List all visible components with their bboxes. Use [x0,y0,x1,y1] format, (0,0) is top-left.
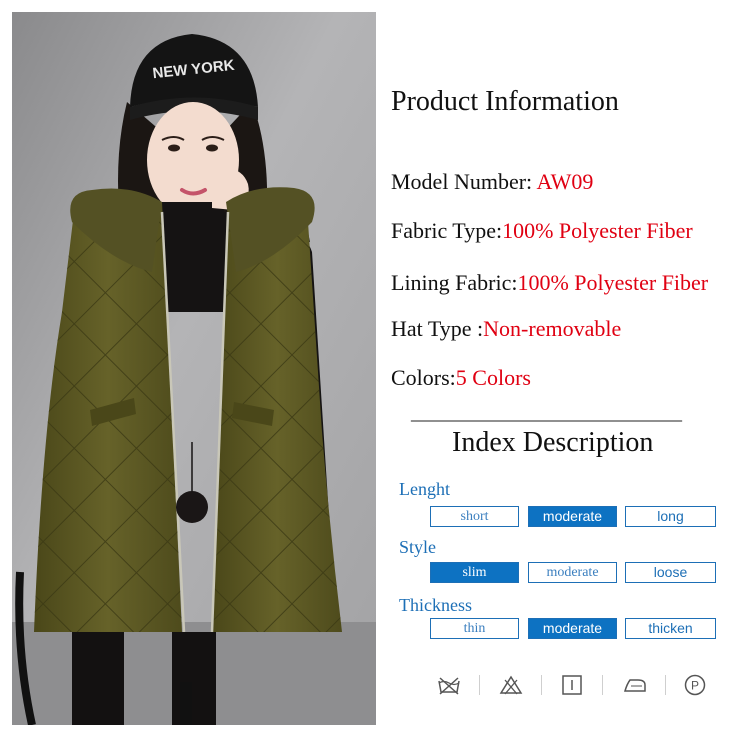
length-option-moderate: moderate [528,506,617,527]
thickness-option-thicken: thicken [625,618,716,639]
info-value: 100% Polyester Fiber [517,270,709,295]
no-bleach-icon [499,675,523,695]
info-row-fabric-type: Fabric Type:100% Polyester Fiber [391,218,693,244]
svg-text:P: P [691,679,699,693]
care-divider [602,675,603,695]
info-label: Model Number: [391,169,537,194]
dry-clean-p-icon: P [684,674,706,696]
index-label-thickness: Thickness [399,595,472,615]
info-row-colors: Colors:5 Colors [391,365,531,391]
model-illustration: NEW YORK [12,12,376,725]
product-photo: NEW YORK [12,12,376,725]
index-description-title: Index Description [452,427,654,458]
section-divider: ______________________________ [411,402,682,424]
index-label-style: Style [399,537,437,557]
no-wash-icon [438,677,460,695]
thickness-option-thin: thin [430,618,519,639]
info-label: Lining Fabric: [391,270,518,295]
care-instructions: P [432,672,722,698]
index-label-length: Lenght [399,479,450,499]
care-divider [541,675,542,695]
info-value: 100% Polyester Fiber [502,218,693,243]
info-label: Fabric Type: [391,218,503,243]
info-value: Non-removable [483,316,622,341]
style-option-loose: loose [625,562,716,583]
info-row-model-number: Model Number: AW09 [391,169,593,195]
info-value: 5 Colors [455,365,531,390]
care-divider [479,675,480,695]
length-option-long: long [625,506,716,527]
info-row-lining-fabric: Lining Fabric:100% Polyester Fiber [391,270,708,296]
product-info-title: Product Information [391,86,619,117]
thickness-option-moderate: moderate [528,618,617,639]
drip-dry-icon [562,675,582,695]
info-value: AW09 [536,169,594,194]
length-option-short: short [430,506,519,527]
info-label: Hat Type : [391,316,484,341]
care-divider [665,675,666,695]
style-option-moderate: moderate [528,562,617,583]
info-label: Colors: [391,365,456,390]
iron-icon [624,679,646,692]
style-option-slim: slim [430,562,519,583]
info-row-hat-type: Hat Type :Non-removable [391,316,621,342]
